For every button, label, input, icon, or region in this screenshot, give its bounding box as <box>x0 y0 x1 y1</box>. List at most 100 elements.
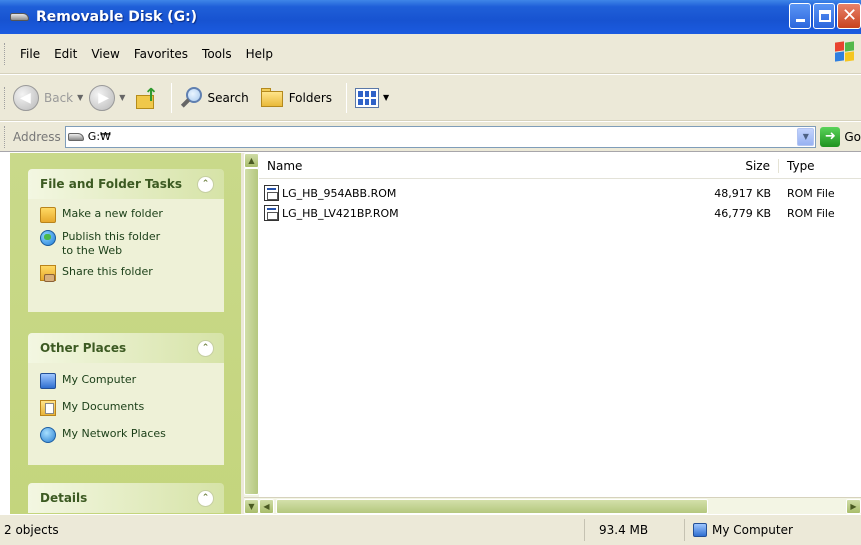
vertical-scrollbar[interactable]: ▲ <box>244 153 259 497</box>
file-folder-tasks-title: File and Folder Tasks <box>40 177 183 191</box>
horizontal-scroll-thumb[interactable] <box>276 499 708 514</box>
address-input[interactable]: G:₩ ▼ <box>64 125 817 148</box>
share-folder-icon <box>40 265 56 282</box>
minimize-button[interactable] <box>789 3 811 29</box>
views-icon <box>355 87 380 108</box>
menu-grip[interactable] <box>4 42 7 65</box>
task-publish-folder[interactable]: Publish this folder to the Web <box>40 230 214 258</box>
column-name[interactable]: Name <box>259 159 709 173</box>
menu-tools[interactable]: Tools <box>195 44 239 64</box>
toolbar-separator <box>346 82 348 113</box>
status-zone-label: My Computer <box>712 523 793 537</box>
address-value: G:₩ <box>87 130 111 143</box>
folders-icon <box>259 87 285 109</box>
file-row[interactable]: LG_HB_954ABB.ROM 48,917 KB ROM File <box>259 183 861 203</box>
expand-icon[interactable]: ⌃ <box>197 489 214 507</box>
file-size: 48,917 KB <box>714 186 771 200</box>
computer-icon <box>693 523 707 537</box>
task-make-new-folder[interactable]: Make a new folder <box>40 207 214 223</box>
go-arrow-icon: ➜ <box>820 126 841 147</box>
go-label: Go <box>844 129 861 144</box>
my-computer-icon <box>40 373 56 389</box>
back-label: Back <box>44 90 74 105</box>
collapse-icon[interactable]: ⌃ <box>197 175 214 193</box>
place-label: My Documents <box>62 400 145 413</box>
task-label: Share this folder <box>62 265 153 278</box>
rom-file-icon <box>264 185 279 201</box>
scroll-left-icon[interactable]: ◀ <box>259 499 274 514</box>
file-name: LG_HB_954ABB.ROM <box>282 186 397 200</box>
details-title: Details <box>40 491 88 505</box>
close-icon: ✕ <box>842 5 858 26</box>
place-my-documents[interactable]: My Documents <box>40 400 214 416</box>
file-type: ROM File <box>787 206 835 220</box>
file-size: 46,779 KB <box>714 206 771 220</box>
title-bar[interactable]: Removable Disk (G:) ✕ <box>0 0 861 34</box>
menu-help[interactable]: Help <box>239 44 280 64</box>
search-icon <box>180 86 204 110</box>
go-button[interactable]: ➜ Go <box>820 126 861 147</box>
address-label: Address <box>13 129 61 144</box>
list-header: Name Size Type <box>259 153 861 179</box>
menu-favorites[interactable]: Favorites <box>127 44 195 64</box>
status-size: 93.4 MB <box>585 519 685 541</box>
place-label: My Computer <box>62 373 137 386</box>
menu-bar: File Edit View Favorites Tools Help <box>0 34 861 74</box>
removable-disk-icon <box>10 11 30 23</box>
forward-arrow-icon: ▶ <box>89 84 116 111</box>
task-label: Make a new folder <box>62 207 163 220</box>
status-zone: My Computer <box>685 519 855 541</box>
back-button[interactable]: ◀ Back ▼ <box>13 84 83 111</box>
toolbar: ◀ Back ▼ ▶ ▼ ↑ Search Folders ▼ <box>0 75 861 121</box>
forward-button[interactable]: ▶ ▼ <box>89 84 125 111</box>
file-type: ROM File <box>787 186 835 200</box>
column-size[interactable]: Size <box>709 158 779 173</box>
drive-icon <box>67 132 84 141</box>
views-dropdown-icon[interactable]: ▼ <box>383 93 389 102</box>
other-places-title: Other Places <box>40 341 127 355</box>
column-type[interactable]: Type <box>779 159 849 173</box>
task-share-folder[interactable]: Share this folder <box>40 265 214 282</box>
forward-dropdown-icon[interactable]: ▼ <box>119 93 125 102</box>
views-button[interactable]: ▼ <box>355 87 389 108</box>
file-folder-tasks-header[interactable]: File and Folder Tasks ⌃ <box>28 169 224 199</box>
search-label: Search <box>207 90 249 105</box>
other-places-header[interactable]: Other Places ⌃ <box>28 333 224 363</box>
address-dropdown-icon[interactable]: ▼ <box>797 127 815 146</box>
collapse-icon[interactable]: ⌃ <box>197 339 214 357</box>
maximize-button[interactable] <box>813 3 835 29</box>
other-places-panel: Other Places ⌃ My Computer My Documents … <box>28 333 224 465</box>
my-documents-icon <box>40 400 56 416</box>
file-row[interactable]: LG_HB_LV421BP.ROM 46,779 KB ROM File <box>259 203 861 223</box>
new-folder-icon <box>40 207 56 223</box>
back-dropdown-icon[interactable]: ▼ <box>77 93 83 102</box>
menu-view[interactable]: View <box>84 44 126 64</box>
details-panel: Details ⌃ <box>28 483 224 513</box>
toolbar-separator <box>171 82 173 113</box>
minimize-icon <box>796 19 805 22</box>
close-button[interactable]: ✕ <box>837 3 861 29</box>
place-my-computer[interactable]: My Computer <box>40 373 214 389</box>
file-folder-tasks-panel: File and Folder Tasks ⌃ Make a new folde… <box>28 169 224 312</box>
menu-edit[interactable]: Edit <box>47 44 84 64</box>
task-pane: File and Folder Tasks ⌃ Make a new folde… <box>10 153 241 514</box>
file-list: Name Size Type LG_HB_954ABB.ROM 48,917 K… <box>259 153 861 497</box>
toolbar-grip[interactable] <box>4 86 7 109</box>
place-label: My Network Places <box>62 427 166 440</box>
scroll-down-icon[interactable]: ▼ <box>244 499 259 514</box>
up-folder-button[interactable]: ↑ <box>131 85 159 111</box>
place-my-network[interactable]: My Network Places <box>40 427 214 443</box>
horizontal-scrollbar[interactable]: ▼ ◀ ▶ <box>244 497 861 514</box>
rom-file-icon <box>264 205 279 221</box>
search-button[interactable]: Search <box>180 86 249 110</box>
status-bar: 2 objects 93.4 MB My Computer <box>0 514 861 545</box>
folders-button[interactable]: Folders <box>259 87 332 109</box>
menu-file[interactable]: File <box>13 44 47 64</box>
scroll-up-icon[interactable]: ▲ <box>244 153 259 168</box>
scroll-thumb[interactable] <box>244 168 259 495</box>
scroll-right-icon[interactable]: ▶ <box>846 499 861 514</box>
up-folder-icon: ↑ <box>135 85 159 111</box>
address-grip[interactable] <box>4 125 7 148</box>
details-header[interactable]: Details ⌃ <box>28 483 224 513</box>
back-arrow-icon: ◀ <box>13 84 39 111</box>
